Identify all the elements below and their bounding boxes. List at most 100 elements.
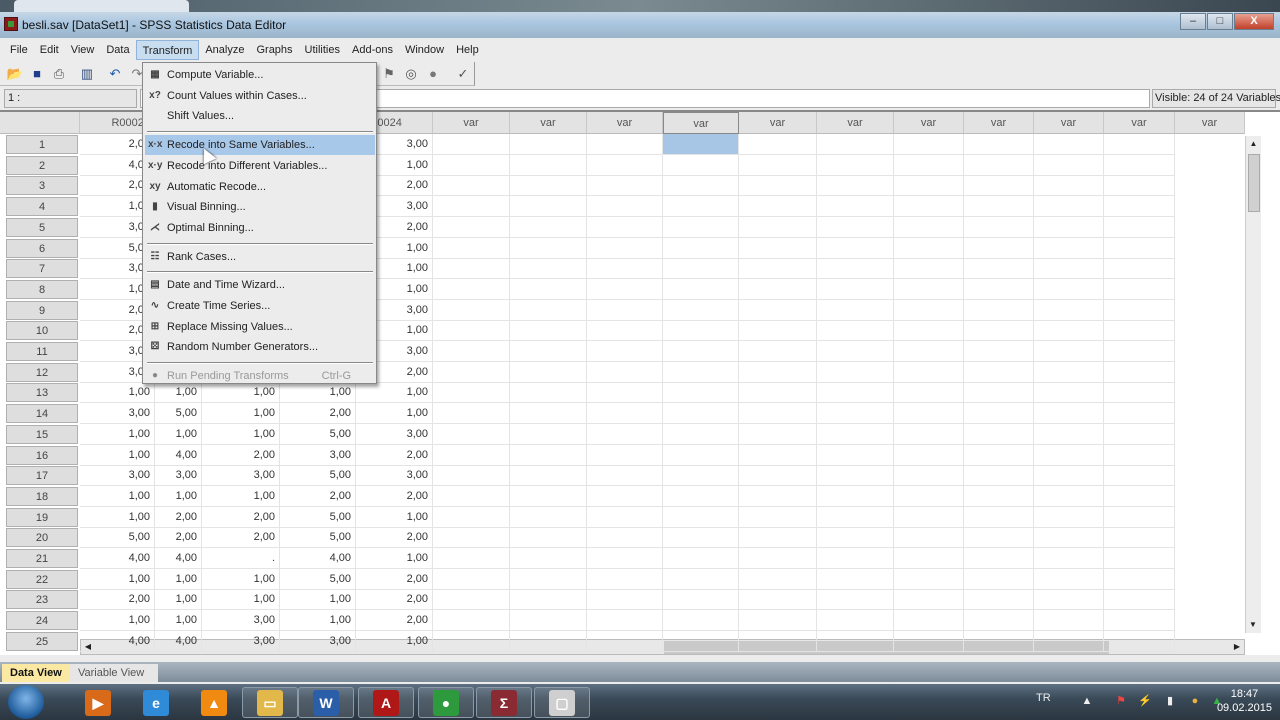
table-cell[interactable]: [587, 237, 663, 259]
table-cell[interactable]: [587, 568, 663, 590]
table-cell[interactable]: [817, 568, 894, 590]
table-cell[interactable]: [894, 361, 964, 383]
table-cell[interactable]: [817, 548, 894, 569]
row-number[interactable]: 12: [6, 362, 78, 382]
table-cell[interactable]: [964, 527, 1034, 549]
table-cell[interactable]: [739, 258, 817, 280]
table-cell[interactable]: 1,00: [155, 485, 202, 507]
table-cell[interactable]: [1034, 506, 1104, 528]
row-number[interactable]: 8: [6, 279, 78, 299]
table-cell[interactable]: [587, 361, 663, 383]
table-cell[interactable]: [510, 610, 587, 632]
table-cell[interactable]: [817, 589, 894, 611]
table-cell[interactable]: [510, 630, 587, 652]
table-cell[interactable]: [739, 403, 817, 425]
table-cell[interactable]: [1034, 216, 1104, 238]
column-header[interactable]: var: [739, 112, 817, 134]
table-cell[interactable]: [587, 403, 663, 425]
taskbar-app[interactable]: Σ: [476, 687, 532, 718]
table-cell[interactable]: [587, 630, 663, 652]
table-cell[interactable]: [510, 382, 587, 404]
table-cell[interactable]: 4,00: [280, 548, 356, 569]
row-number[interactable]: 14: [6, 404, 78, 424]
table-cell[interactable]: [587, 320, 663, 342]
table-cell[interactable]: [739, 485, 817, 507]
menu-item-count-values-within-cases[interactable]: x? Count Values within Cases...: [145, 86, 375, 106]
table-cell[interactable]: 1,00: [155, 589, 202, 611]
table-cell[interactable]: 2,00: [155, 527, 202, 549]
table-cell[interactable]: 2,00: [80, 589, 155, 611]
action-center-flag-icon[interactable]: ⚑: [1114, 694, 1128, 708]
table-cell[interactable]: [510, 154, 587, 176]
table-cell[interactable]: [739, 278, 817, 300]
table-cell[interactable]: [510, 423, 587, 445]
column-header[interactable]: var: [1104, 112, 1175, 134]
open-icon[interactable]: 📂: [4, 64, 26, 84]
table-cell[interactable]: [964, 444, 1034, 466]
table-cell[interactable]: [817, 258, 894, 280]
taskbar-app[interactable]: ▢: [534, 687, 590, 718]
table-cell[interactable]: [1034, 568, 1104, 590]
menu-item-compute-variable[interactable]: ▦ Compute Variable...: [145, 65, 375, 85]
taskbar-app[interactable]: ▲: [186, 687, 242, 718]
table-cell[interactable]: [433, 258, 510, 280]
taskbar-app[interactable]: ▭: [242, 687, 298, 718]
table-cell[interactable]: [1104, 134, 1175, 155]
weather-icon[interactable]: ●: [1188, 694, 1202, 708]
table-cell[interactable]: [964, 630, 1034, 652]
table-cell[interactable]: [663, 610, 739, 632]
show-all-icon[interactable]: ●: [422, 64, 444, 84]
table-cell[interactable]: [1104, 258, 1175, 280]
table-cell[interactable]: [510, 465, 587, 487]
table-cell[interactable]: [817, 196, 894, 218]
table-cell[interactable]: [739, 610, 817, 632]
table-cell[interactable]: [739, 630, 817, 652]
taskbar-app[interactable]: ▶: [70, 687, 126, 718]
menu-item-visual-binning[interactable]: ▮ Visual Binning...: [145, 197, 375, 217]
table-cell[interactable]: [894, 196, 964, 218]
table-cell[interactable]: [894, 548, 964, 569]
row-number[interactable]: 11: [6, 342, 78, 361]
table-cell[interactable]: [433, 610, 510, 632]
column-header[interactable]: var: [587, 112, 663, 134]
row-number[interactable]: 16: [6, 445, 78, 465]
table-cell[interactable]: [894, 423, 964, 445]
table-cell[interactable]: [1104, 154, 1175, 176]
table-cell[interactable]: 1,00: [155, 610, 202, 632]
table-cell[interactable]: [739, 341, 817, 362]
table-cell[interactable]: [964, 134, 1034, 155]
menu-help[interactable]: Help: [450, 40, 485, 60]
table-cell[interactable]: [663, 527, 739, 549]
table-cell[interactable]: [587, 548, 663, 569]
table-cell[interactable]: 2,00: [280, 485, 356, 507]
table-cell[interactable]: 1,00: [356, 506, 433, 528]
table-cell[interactable]: [1034, 548, 1104, 569]
table-cell[interactable]: 1,00: [202, 568, 280, 590]
table-cell[interactable]: [587, 258, 663, 280]
table-cell[interactable]: [433, 196, 510, 218]
table-cell[interactable]: [894, 175, 964, 197]
table-cell[interactable]: [1104, 465, 1175, 487]
table-cell[interactable]: [1104, 341, 1175, 362]
menu-item-replace-missing-values[interactable]: ⊞ Replace Missing Values...: [145, 317, 375, 337]
table-cell[interactable]: 2,00: [202, 506, 280, 528]
table-cell[interactable]: [1104, 361, 1175, 383]
table-cell[interactable]: [739, 196, 817, 218]
table-cell[interactable]: [894, 341, 964, 362]
table-cell[interactable]: 5,00: [155, 403, 202, 425]
menu-file[interactable]: File: [4, 40, 34, 60]
table-cell[interactable]: [587, 423, 663, 445]
row-number[interactable]: 17: [6, 466, 78, 486]
table-cell[interactable]: [587, 527, 663, 549]
dialog-recall-icon[interactable]: ▥: [76, 64, 98, 84]
table-cell[interactable]: [964, 423, 1034, 445]
table-cell[interactable]: [1034, 237, 1104, 259]
table-cell[interactable]: [1034, 610, 1104, 632]
table-cell[interactable]: [739, 361, 817, 383]
table-cell[interactable]: [817, 610, 894, 632]
table-cell[interactable]: [964, 403, 1034, 425]
table-cell[interactable]: 2,00: [356, 589, 433, 611]
table-cell[interactable]: [663, 382, 739, 404]
table-cell[interactable]: 1,00: [80, 485, 155, 507]
table-cell[interactable]: [894, 403, 964, 425]
